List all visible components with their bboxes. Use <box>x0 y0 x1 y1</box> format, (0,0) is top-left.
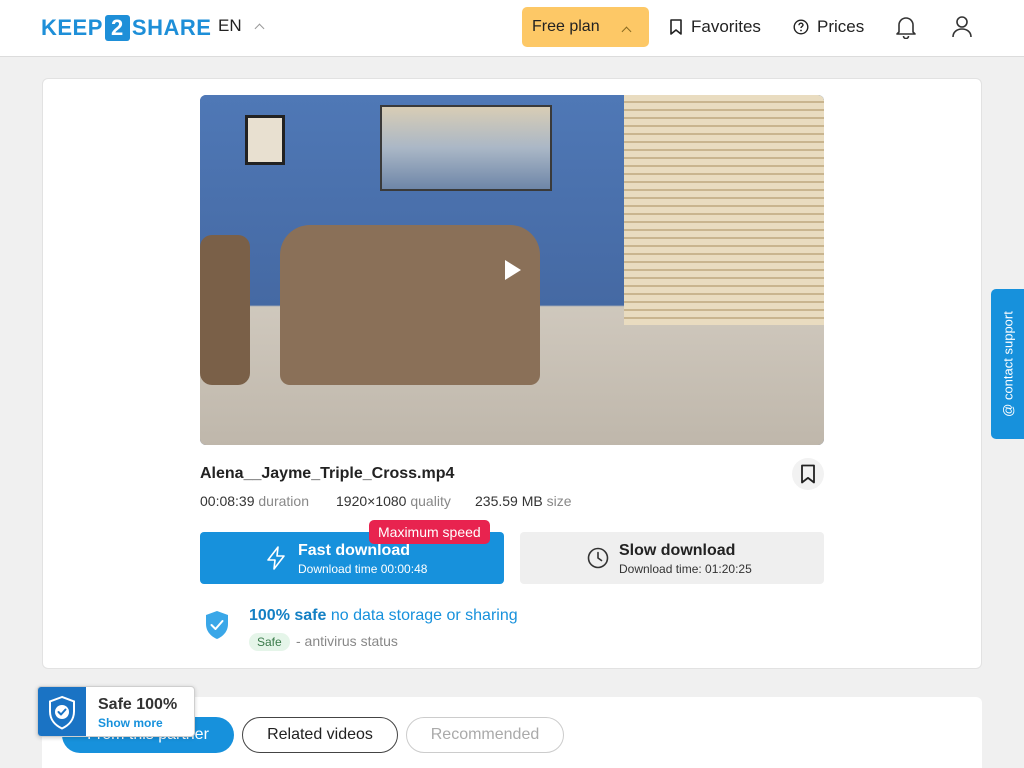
video-frame-picture <box>245 115 285 165</box>
account-button[interactable] <box>950 14 974 40</box>
resolution-value: 1920×1080 <box>336 493 407 509</box>
logo-text-right: SHARE <box>131 15 212 40</box>
duration-value: 00:08:39 <box>200 493 255 509</box>
badge-shield-panel <box>38 687 86 736</box>
lightning-icon <box>267 546 285 570</box>
logo-text-mid: 2 <box>104 15 130 41</box>
top-header: KEEP 2 SHARE EN Free plan Favorites Pric… <box>0 0 1024 57</box>
contact-support-label: @ contact support <box>1000 311 1015 417</box>
user-icon <box>952 16 972 38</box>
bookmark-icon <box>801 464 815 484</box>
video-frame-window <box>624 95 824 325</box>
tab-recommended[interactable]: Recommended <box>406 717 564 753</box>
size-meta: 235.59 MB size <box>475 493 572 509</box>
shield-check-icon <box>49 695 75 730</box>
duration-label: duration <box>258 493 309 509</box>
shield-check-icon <box>206 611 228 639</box>
language-selector[interactable]: EN <box>218 16 265 36</box>
antivirus-status-text: - antivirus status <box>296 633 398 649</box>
safety-statement: 100% safe no data storage or sharing <box>249 607 518 625</box>
safety-bold: 100% safe <box>249 607 327 624</box>
quality-meta: 1920×1080 quality <box>336 493 451 509</box>
contact-support-tab[interactable]: @ contact support <box>991 289 1024 439</box>
favorites-link[interactable]: Favorites <box>669 17 761 37</box>
notifications-button[interactable] <box>894 14 918 40</box>
bell-icon <box>896 17 916 39</box>
badge-show-more-link[interactable]: Show more <box>98 716 163 730</box>
size-value: 235.59 MB <box>475 493 543 509</box>
logo-text-left: KEEP <box>41 15 103 40</box>
file-name: Alena__Jayme_Triple_Cross.mp4 <box>200 465 455 482</box>
fast-download-title: Fast download <box>298 542 410 559</box>
language-label: EN <box>218 16 242 35</box>
bookmark-icon <box>670 19 682 35</box>
slow-download-title: Slow download <box>619 542 736 559</box>
clock-icon <box>587 547 609 569</box>
play-icon[interactable] <box>505 260 521 280</box>
slow-download-button[interactable]: Slow download Download time: 01:20:25 <box>520 532 824 584</box>
help-circle-icon <box>793 19 809 35</box>
bookmark-button[interactable] <box>792 458 824 490</box>
free-plan-button[interactable]: Free plan <box>522 7 649 47</box>
keep2share-logo[interactable]: KEEP 2 SHARE <box>41 15 211 41</box>
antivirus-safe-pill: Safe <box>249 633 290 651</box>
chevron-up-icon <box>254 23 265 33</box>
duration-meta: 00:08:39 duration <box>200 493 309 509</box>
free-plan-label: Free plan <box>532 18 600 35</box>
video-frame-painting <box>380 105 552 191</box>
slow-download-time: Download time: 01:20:25 <box>619 562 752 576</box>
safety-note: no data storage or sharing <box>330 607 518 624</box>
resolution-label: quality <box>410 493 451 509</box>
size-label: size <box>546 493 572 509</box>
safe-100-badge[interactable]: Safe 100% Show more <box>37 686 195 737</box>
tab-related-videos[interactable]: Related videos <box>242 717 398 753</box>
video-frame-chair <box>200 235 250 385</box>
chevron-up-icon <box>621 26 632 37</box>
maximum-speed-badge: Maximum speed <box>369 520 490 544</box>
badge-title: Safe 100% <box>98 696 178 713</box>
fast-download-time: Download time 00:00:48 <box>298 562 428 576</box>
video-frame-sofa <box>280 225 540 385</box>
favorites-label: Favorites <box>691 17 761 36</box>
video-player[interactable] <box>200 95 824 445</box>
prices-label: Prices <box>817 17 865 36</box>
prices-link[interactable]: Prices <box>793 17 864 37</box>
